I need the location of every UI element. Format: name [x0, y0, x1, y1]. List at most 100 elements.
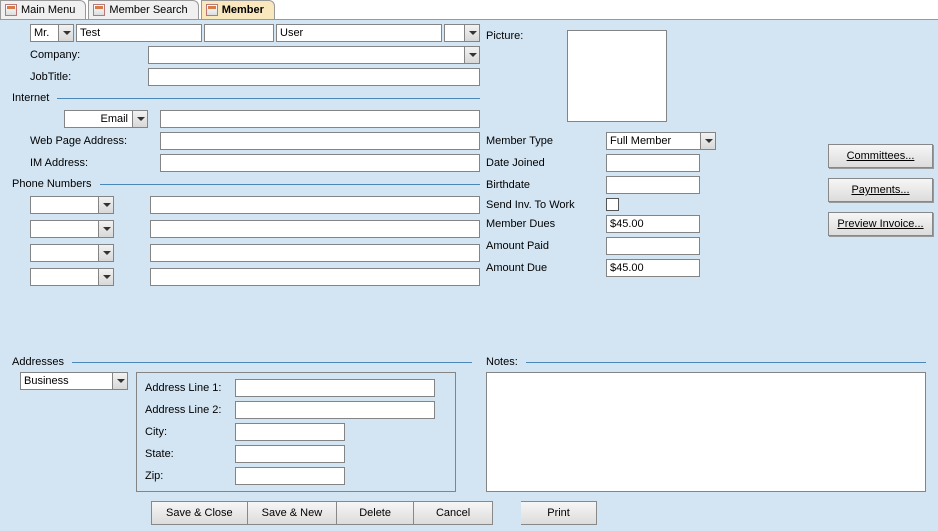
title-combo[interactable] [30, 24, 74, 42]
chevron-down-icon[interactable] [132, 110, 148, 128]
form-icon [5, 4, 17, 16]
print-button[interactable]: Print [521, 501, 597, 525]
form-icon [93, 4, 105, 16]
email-field[interactable] [160, 110, 480, 128]
im-field[interactable] [160, 154, 480, 172]
chevron-down-icon[interactable] [464, 24, 480, 42]
chevron-down-icon[interactable] [58, 24, 74, 42]
address-box: Address Line 1: Address Line 2: City: St… [136, 372, 456, 492]
tab-member[interactable]: Member [201, 0, 275, 19]
amount-due-field[interactable] [606, 259, 700, 277]
company-combo[interactable] [148, 46, 480, 64]
addr-line1-field[interactable] [235, 379, 435, 397]
phones-section: Phone Numbers [12, 178, 98, 190]
chevron-down-icon[interactable] [98, 196, 114, 214]
addr-state-label: State: [145, 448, 235, 460]
tab-bar: Main Menu Member Search Member [0, 0, 938, 20]
member-info-column: Member Type Date Joined Birthdate Send I… [486, 132, 746, 281]
addr-zip-label: Zip: [145, 470, 235, 482]
suffix-combo[interactable] [444, 24, 480, 42]
phone-type-field[interactable] [30, 268, 98, 286]
notes-section: Notes: [486, 356, 524, 368]
tab-label: Member [222, 4, 264, 16]
web-field[interactable] [160, 132, 480, 150]
name-row [30, 24, 480, 42]
phone-type-combo[interactable] [30, 220, 114, 238]
member-type-field[interactable] [606, 132, 700, 150]
send-inv-label: Send Inv. To Work [486, 199, 606, 211]
tab-label: Member Search [109, 4, 187, 16]
amount-due-label: Amount Due [486, 262, 606, 274]
suffix-field[interactable] [444, 24, 464, 42]
phone-field[interactable] [150, 196, 480, 214]
addresses-section: Addresses [12, 356, 70, 368]
picture-box[interactable] [567, 30, 667, 122]
phone-type-field[interactable] [30, 244, 98, 262]
chevron-down-icon[interactable] [98, 268, 114, 286]
form-icon [206, 4, 218, 16]
preview-invoice-button[interactable]: Preview Invoice... [828, 212, 933, 236]
email-type-field[interactable] [64, 110, 132, 128]
addr-zip-field[interactable] [235, 467, 345, 485]
last-name-field[interactable] [276, 24, 442, 42]
title-field[interactable] [30, 24, 58, 42]
middle-name-field[interactable] [204, 24, 274, 42]
committees-button[interactable]: Committees... [828, 144, 933, 168]
chevron-down-icon[interactable] [98, 220, 114, 238]
internet-section: Internet [12, 92, 55, 104]
web-label: Web Page Address: [30, 135, 160, 147]
company-field[interactable] [148, 46, 464, 64]
tab-label: Main Menu [21, 4, 75, 16]
addr-city-label: City: [145, 426, 235, 438]
left-column: Company: JobTitle: Internet Web Page Add… [20, 24, 480, 292]
action-buttons: Committees... Payments... Preview Invoic… [828, 144, 938, 236]
jobtitle-label: JobTitle: [30, 71, 148, 83]
addr-line2-label: Address Line 2: [145, 404, 235, 416]
picture-label: Picture: [486, 30, 529, 122]
member-type-combo[interactable] [606, 132, 716, 150]
addr-state-field[interactable] [235, 445, 345, 463]
addr-city-field[interactable] [235, 423, 345, 441]
send-inv-checkbox[interactable] [606, 198, 619, 211]
jobtitle-field[interactable] [148, 68, 480, 86]
member-form: Company: JobTitle: Internet Web Page Add… [0, 20, 938, 531]
tab-member-search[interactable]: Member Search [88, 0, 198, 19]
addr-line2-field[interactable] [235, 401, 435, 419]
date-joined-label: Date Joined [486, 157, 606, 169]
chevron-down-icon[interactable] [112, 372, 128, 390]
email-type-combo[interactable] [64, 110, 148, 128]
phone-type-field[interactable] [30, 220, 98, 238]
save-new-button[interactable]: Save & New [248, 501, 338, 525]
birthdate-field[interactable] [606, 176, 700, 194]
member-dues-field[interactable] [606, 215, 700, 233]
addr-line1-label: Address Line 1: [145, 382, 235, 394]
delete-button[interactable]: Delete [337, 501, 414, 525]
phone-type-field[interactable] [30, 196, 98, 214]
birthdate-label: Birthdate [486, 179, 606, 191]
phone-type-combo[interactable] [30, 196, 114, 214]
chevron-down-icon[interactable] [700, 132, 716, 150]
phone-field[interactable] [150, 244, 480, 262]
cancel-button[interactable]: Cancel [414, 501, 493, 525]
payments-button[interactable]: Payments... [828, 178, 933, 202]
phone-field[interactable] [150, 220, 480, 238]
im-label: IM Address: [30, 157, 160, 169]
member-type-label: Member Type [486, 135, 606, 147]
chevron-down-icon[interactable] [98, 244, 114, 262]
chevron-down-icon[interactable] [464, 46, 480, 64]
date-joined-field[interactable] [606, 154, 700, 172]
phone-type-combo[interactable] [30, 244, 114, 262]
address-type-combo[interactable] [20, 372, 128, 390]
phone-type-combo[interactable] [30, 268, 114, 286]
tab-main-menu[interactable]: Main Menu [0, 0, 86, 19]
save-close-button[interactable]: Save & Close [151, 501, 248, 525]
bottom-button-bar: Save & Close Save & New Delete Cancel Pr… [151, 501, 597, 525]
first-name-field[interactable] [76, 24, 202, 42]
member-dues-label: Member Dues [486, 218, 606, 230]
notes-field[interactable] [486, 372, 926, 492]
address-type-field[interactable] [20, 372, 112, 390]
amount-paid-field[interactable] [606, 237, 700, 255]
phone-field[interactable] [150, 268, 480, 286]
amount-paid-label: Amount Paid [486, 240, 606, 252]
company-label: Company: [30, 49, 148, 61]
